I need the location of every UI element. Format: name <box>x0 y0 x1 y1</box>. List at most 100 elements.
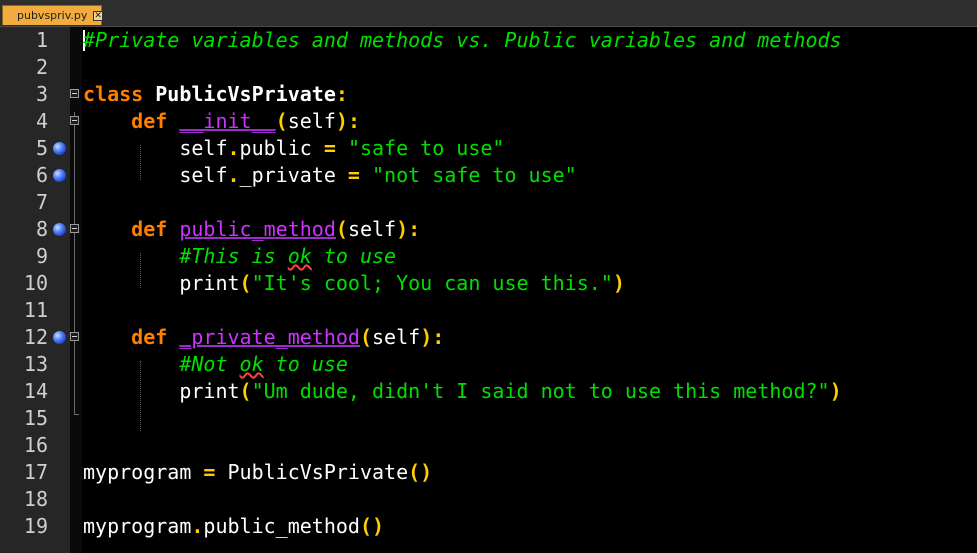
call-parens: () <box>359 514 385 538</box>
close-icon[interactable]: ✕ <box>93 10 103 21</box>
equals: = <box>347 163 360 187</box>
fold-toggle-icon[interactable] <box>70 224 79 233</box>
code-line-7[interactable]: 7 <box>0 189 977 216</box>
code-line-12[interactable]: 12 def _private_method(self): <box>0 324 977 351</box>
attribute: _private <box>239 163 336 187</box>
object: self <box>179 163 228 187</box>
line-number: 16 <box>23 433 48 457</box>
class-reference: PublicVsPrivate <box>227 460 409 484</box>
keyword: class <box>83 82 144 106</box>
dot: . <box>227 163 240 187</box>
code-line-1[interactable]: 1 #Private variables and methods vs. Pub… <box>0 27 977 54</box>
object: myprogram <box>83 514 192 538</box>
method-call[interactable]: myprogram.public_method() <box>83 513 384 540</box>
code-line-5[interactable]: 5 self.public = "safe to use" <box>0 135 977 162</box>
paren: ) <box>829 379 842 403</box>
code-line-13[interactable]: 13 #Not ok to use <box>0 351 977 378</box>
assignment[interactable]: self.public = "safe to use" <box>83 135 504 162</box>
fold-toggle-icon[interactable] <box>70 332 79 341</box>
assignment[interactable]: self._private = "not safe to use" <box>83 162 577 189</box>
code-comment[interactable]: #This is ok to use <box>83 243 396 270</box>
bookmark-icon[interactable] <box>53 169 66 182</box>
object: self <box>179 136 228 160</box>
string-literal: "safe to use" <box>347 136 505 160</box>
class-definition[interactable]: class PublicVsPrivate: <box>83 81 348 108</box>
bookmark-icon[interactable] <box>53 223 66 236</box>
fold-toggle-icon[interactable] <box>70 116 79 125</box>
code-line-4[interactable]: 4 def __init__(self): <box>0 108 977 135</box>
line-number: 13 <box>23 352 48 376</box>
method-name: _private_method <box>179 325 360 349</box>
code-line-6[interactable]: 6 self._private = "not safe to use" <box>0 162 977 189</box>
paren: ) <box>396 217 409 241</box>
variable: myprogram <box>83 460 192 484</box>
print-call[interactable]: print("It's cool; You can use this.") <box>83 270 625 297</box>
paren: ) <box>612 271 625 295</box>
paren: ( <box>239 379 252 403</box>
line-number: 15 <box>23 406 48 430</box>
dot: . <box>227 136 240 160</box>
code-line-3[interactable]: 3 class PublicVsPrivate: <box>0 81 977 108</box>
code-line-17[interactable]: 17 myprogram = PublicVsPrivate() <box>0 459 977 486</box>
tab-bar: pubvspriv.py ✕ <box>0 0 977 27</box>
code-line-11[interactable]: 11 <box>0 297 977 324</box>
code-line-15[interactable]: 15 <box>0 405 977 432</box>
code-comment[interactable]: #Private variables and methods vs. Publi… <box>83 27 842 54</box>
bookmark-icon[interactable] <box>53 142 66 155</box>
code-line-8[interactable]: 8 def public_method(self): <box>0 216 977 243</box>
code-line-18[interactable]: 18 <box>0 486 977 513</box>
method-definition[interactable]: def _private_method(self): <box>83 324 444 351</box>
line-number: 18 <box>23 487 48 511</box>
line-number: 8 <box>35 217 48 241</box>
string-literal: "not safe to use" <box>372 163 577 187</box>
code-comment[interactable]: #Not ok to use <box>83 351 348 378</box>
call-parens: () <box>408 460 433 484</box>
code-line-9[interactable]: 9 #This is ok to use <box>0 243 977 270</box>
line-number: 7 <box>35 190 48 214</box>
keyword: def <box>131 217 168 241</box>
paren: ) <box>420 325 433 349</box>
code-line-19[interactable]: 19 myprogram.public_method() <box>0 513 977 540</box>
param: self <box>372 325 421 349</box>
comment-text: to use <box>311 244 397 268</box>
file-tab-label[interactable]: pubvspriv.py <box>17 9 87 22</box>
string-literal: "It's cool; You can use this." <box>251 271 613 295</box>
paren: ( <box>239 271 252 295</box>
equals: = <box>323 136 336 160</box>
line-number: 12 <box>23 325 48 349</box>
method-name: __init__ <box>179 109 276 133</box>
line-number: 17 <box>23 460 48 484</box>
dot: . <box>191 514 204 538</box>
method-definition[interactable]: def __init__(self): <box>83 108 360 135</box>
colon: : <box>408 217 421 241</box>
code-line-16[interactable]: 16 <box>0 432 977 459</box>
colon: : <box>335 82 348 106</box>
method-definition[interactable]: def public_method(self): <box>83 216 420 243</box>
bookmark-icon[interactable] <box>53 331 66 344</box>
paren: ) <box>335 109 348 133</box>
code-line-10[interactable]: 10 print("It's cool; You can use this.") <box>0 270 977 297</box>
instantiation[interactable]: myprogram = PublicVsPrivate() <box>83 459 432 486</box>
print-call[interactable]: print("Um dude, didn't I said not to use… <box>83 378 842 405</box>
fold-toggle-icon[interactable] <box>70 89 79 98</box>
code-line-2[interactable]: 2 <box>0 54 977 81</box>
method-name: public_method <box>179 217 336 241</box>
equals: = <box>203 460 216 484</box>
attribute: public <box>239 136 312 160</box>
file-tab[interactable]: pubvspriv.py ✕ <box>2 5 103 25</box>
paren: ( <box>335 217 348 241</box>
comment-text: #This is <box>179 244 288 268</box>
code-line-14[interactable]: 14 print("Um dude, didn't I said not to … <box>0 378 977 405</box>
